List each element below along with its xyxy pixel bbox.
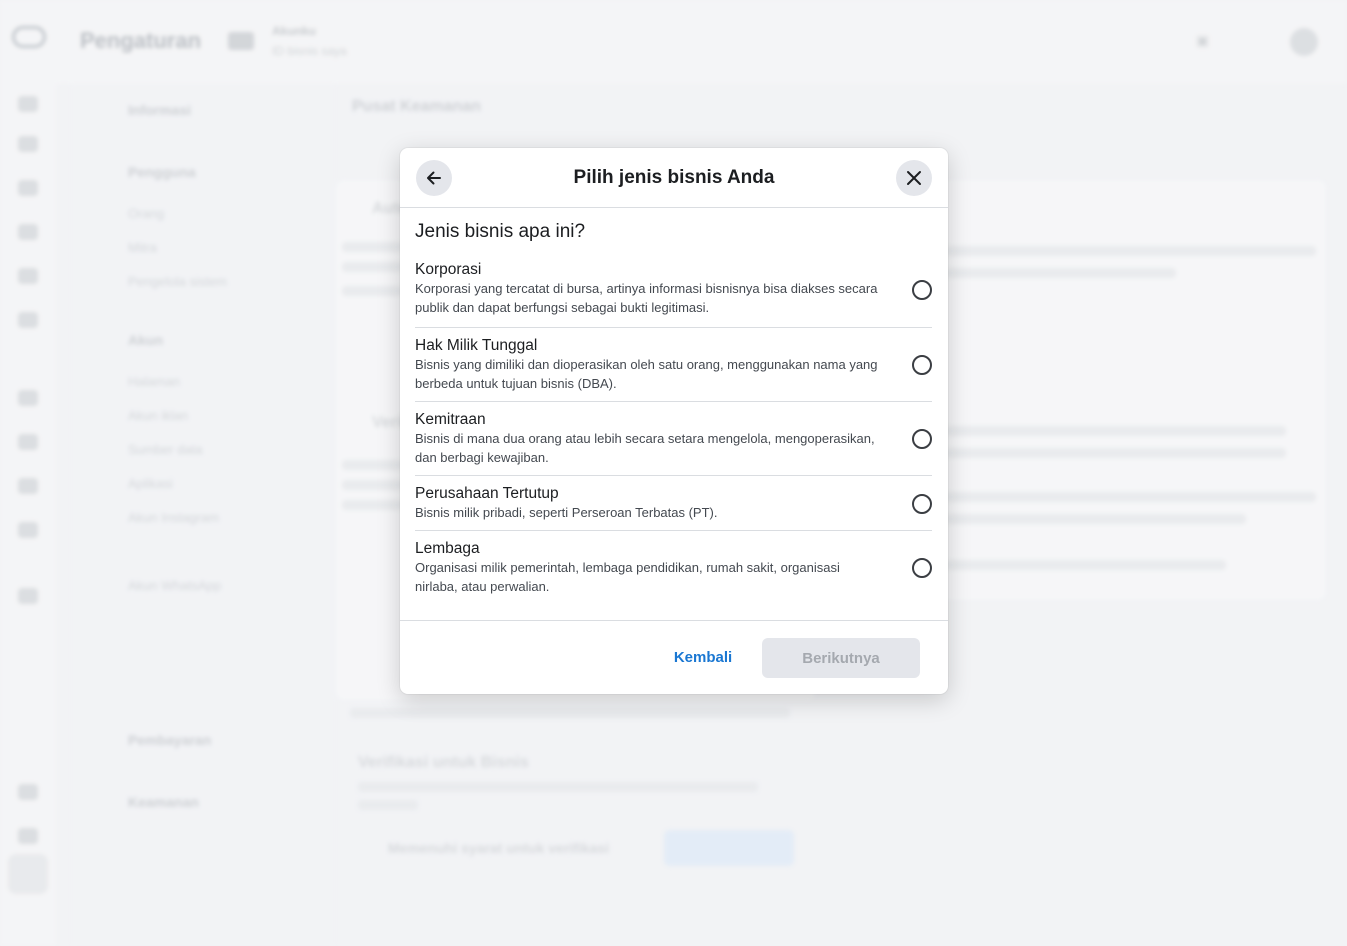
option-description: Bisnis di mana dua orang atau lebih seca… <box>415 431 875 465</box>
option-kemitraan[interactable]: Kemitraan Bisnis di mana dua orang atau … <box>415 402 932 476</box>
option-title: Kemitraan <box>415 411 486 428</box>
next-button[interactable]: Berikutnya <box>762 638 920 678</box>
option-title: Perusahaan Tertutup <box>415 485 559 502</box>
option-perusahaan-tertutup[interactable]: Perusahaan Tertutup Bisnis milik pribadi… <box>415 476 932 531</box>
option-description: Bisnis milik pribadi, seperti Perseroan … <box>415 505 718 520</box>
close-button[interactable] <box>896 160 932 196</box>
dialog-footer: Kembali Berikutnya <box>400 620 948 694</box>
business-type-question: Jenis bisnis apa ini? <box>415 221 586 242</box>
option-title: Korporasi <box>415 261 482 278</box>
radio-hak-milik-tunggal[interactable] <box>912 355 932 375</box>
radio-perusahaan-tertutup[interactable] <box>912 494 932 514</box>
business-type-dialog: Pilih jenis bisnis Anda Jenis bisnis apa… <box>400 148 948 694</box>
dialog-header: Pilih jenis bisnis Anda <box>400 148 948 208</box>
option-hak-milik-tunggal[interactable]: Hak Milik Tunggal Bisnis yang dimiliki d… <box>415 328 932 402</box>
back-button[interactable]: Kembali <box>662 638 744 676</box>
option-korporasi[interactable]: Korporasi Korporasi yang tercatat di bur… <box>415 260 932 328</box>
option-title: Hak Milik Tunggal <box>415 337 538 354</box>
radio-lembaga[interactable] <box>912 558 932 578</box>
option-description: Korporasi yang tercatat di bursa, artiny… <box>415 281 878 315</box>
option-lembaga[interactable]: Lembaga Organisasi milik pemerintah, lem… <box>415 531 932 605</box>
arrow-left-icon <box>427 171 441 185</box>
option-description: Bisnis yang dimiliki dan dioperasikan ol… <box>415 357 878 391</box>
radio-kemitraan[interactable] <box>912 429 932 449</box>
back-icon-button[interactable] <box>416 160 452 196</box>
close-icon <box>907 171 921 185</box>
dialog-title: Pilih jenis bisnis Anda <box>573 167 775 188</box>
option-title: Lembaga <box>415 540 480 557</box>
radio-korporasi[interactable] <box>912 280 932 300</box>
option-description: Organisasi milik pemerintah, lembaga pen… <box>415 560 840 594</box>
business-type-options: Korporasi Korporasi yang tercatat di bur… <box>415 260 932 605</box>
